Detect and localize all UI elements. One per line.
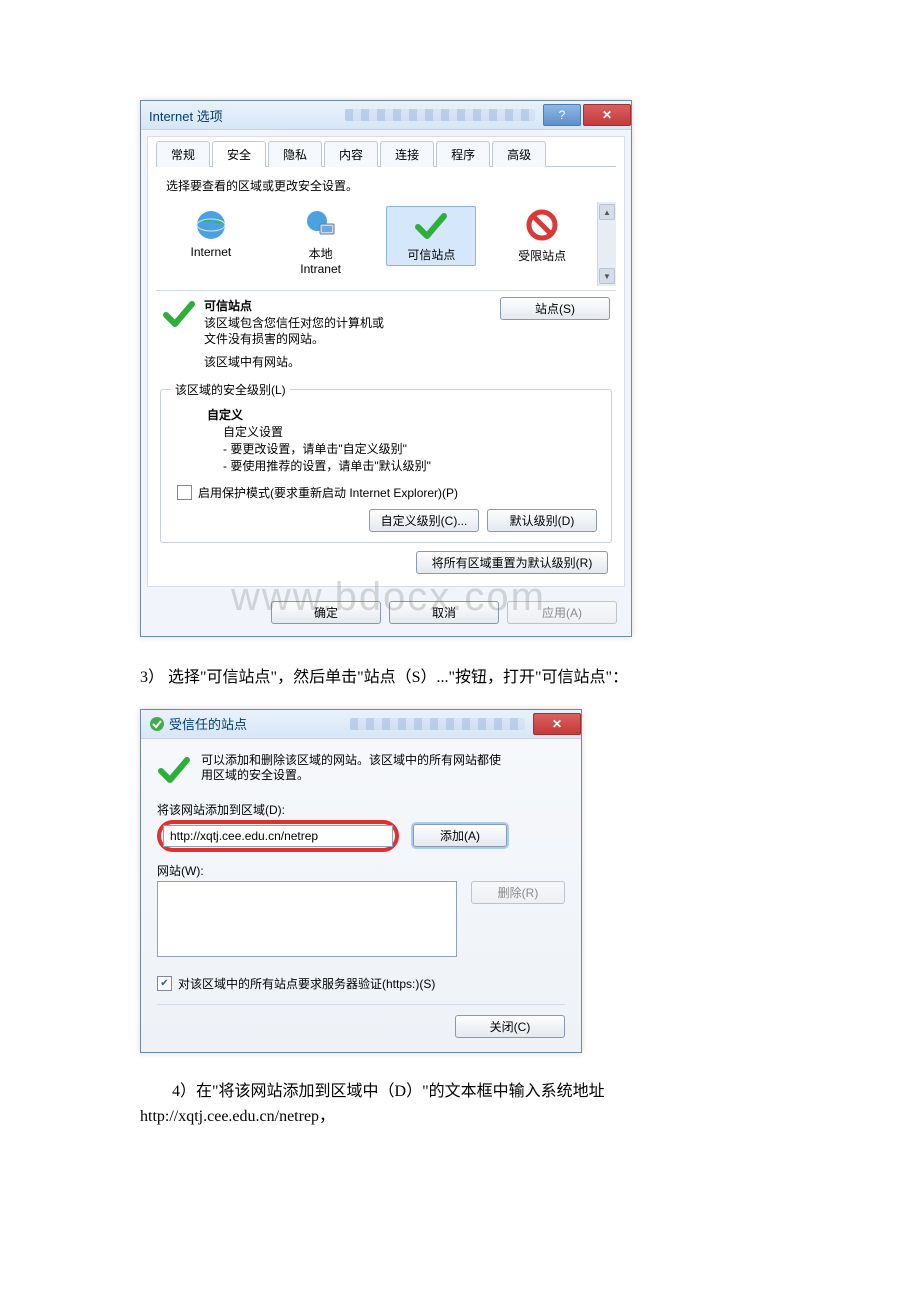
intro-line1: 可以添加和删除该区域的网站。该区域中的所有网站都使 <box>201 753 501 768</box>
zone-intranet[interactable]: 本地 Intranet <box>277 206 365 278</box>
zone-label: Internet <box>167 245 255 259</box>
check-icon <box>162 297 196 331</box>
dialog-titlebar[interactable]: Internet 选项 ? ✕ <box>141 101 631 130</box>
check-icon <box>157 753 191 787</box>
intro-line2: 用区域的安全设置。 <box>201 768 501 783</box>
ok-button[interactable]: 确定 <box>271 601 381 624</box>
security-level-group: 该区域的安全级别(L) 自定义 自定义设置 - 要更改设置，请单击"自定义级别"… <box>160 381 612 543</box>
security-bullet1: - 要更改设置，请单击"自定义级别" <box>223 440 601 457</box>
check-icon <box>414 209 448 243</box>
close-button[interactable]: ✕ <box>583 104 631 126</box>
security-bullet2: - 要使用推荐的设置，请单击"默认级别" <box>223 457 601 474</box>
tab-security[interactable]: 安全 <box>212 141 266 167</box>
tab-privacy[interactable]: 隐私 <box>268 141 322 167</box>
zone-internet[interactable]: Internet <box>167 206 255 261</box>
tab-strip: 常规 安全 隐私 内容 连接 程序 高级 <box>156 141 616 167</box>
dialog2-title: 受信任的站点 <box>169 714 344 733</box>
step-4-text: 4）在"将该网站添加到区域中（D）"的文本框中输入系统地址 http://xqt… <box>140 1079 780 1130</box>
shield-icon <box>149 716 165 732</box>
zone-detail-line3: 该区域中有网站。 <box>204 355 492 369</box>
tab-general[interactable]: 常规 <box>156 141 210 167</box>
security-level-legend: 该区域的安全级别(L) <box>171 381 290 398</box>
help-button[interactable]: ? <box>543 104 581 126</box>
zone-label-l1: 本地 <box>277 245 365 262</box>
zone-label: 可信站点 <box>387 246 475 263</box>
zone-trusted[interactable]: 可信站点 <box>386 206 476 266</box>
close-dialog-button[interactable]: 关闭(C) <box>455 1015 565 1038</box>
tab-programs[interactable]: 程序 <box>436 141 490 167</box>
sites-label: 网站(W): <box>157 862 565 879</box>
sites-listbox[interactable] <box>157 881 457 957</box>
step-3-text: 3） 选择"可信站点"，然后单击"站点（S）..."按钮，打开"可信站点"： <box>140 665 780 691</box>
apply-button[interactable]: 应用(A) <box>507 601 617 624</box>
reset-all-button[interactable]: 将所有区域重置为默认级别(R) <box>416 551 608 574</box>
scroll-down-icon[interactable]: ▼ <box>599 268 615 284</box>
scroll-up-icon[interactable]: ▲ <box>599 204 615 220</box>
trusted-sites-dialog: 受信任的站点 ✕ 可以添加和删除该区域的网站。该区域中的所有网站都使 用区域的安… <box>140 709 582 1053</box>
zone-detail-line1: 该区域包含您信任对您的计算机或 <box>204 316 492 330</box>
globe-icon <box>194 208 228 242</box>
sites-button[interactable]: 站点(S) <box>500 297 610 320</box>
security-custom-settings: 自定义设置 <box>223 423 601 440</box>
titlebar-decor <box>345 109 535 121</box>
step-4-line1: 4）在"将该网站添加到区域中（D）"的文本框中输入系统地址 <box>140 1083 605 1100</box>
require-https-checkbox[interactable]: ✔ <box>157 976 172 991</box>
titlebar-decor <box>350 718 525 730</box>
cancel-button[interactable]: 取消 <box>389 601 499 624</box>
add-site-input[interactable] <box>163 825 393 847</box>
tab-connections[interactable]: 连接 <box>380 141 434 167</box>
tab-advanced[interactable]: 高级 <box>492 141 546 167</box>
highlight-circle <box>157 820 399 852</box>
dialog2-titlebar[interactable]: 受信任的站点 ✕ <box>141 710 581 739</box>
close-button[interactable]: ✕ <box>533 713 581 735</box>
custom-level-button[interactable]: 自定义级别(C)... <box>369 509 479 532</box>
zone-restricted[interactable]: 受限站点 <box>498 206 586 266</box>
zone-detail-title: 可信站点 <box>204 297 492 314</box>
security-custom-title: 自定义 <box>207 406 601 423</box>
remove-button[interactable]: 删除(R) <box>471 881 565 904</box>
zone-detail-line2: 文件没有损害的网站。 <box>204 332 492 346</box>
zone-scrollbar[interactable]: ▲ ▼ <box>597 202 616 286</box>
zone-list: Internet 本地 Intranet <box>156 202 597 286</box>
dialog-title: Internet 选项 <box>149 106 339 125</box>
globe-monitor-icon <box>304 208 338 242</box>
add-zone-label: 将该网站添加到区域(D): <box>157 801 565 818</box>
protected-mode-label: 启用保护模式(要求重新启动 Internet Explorer)(P) <box>198 484 458 501</box>
step-4-line2: http://xqtj.cee.edu.cn/netrep， <box>140 1108 335 1125</box>
zone-instruction: 选择要查看的区域或更改安全设置。 <box>166 177 610 194</box>
add-button[interactable]: 添加(A) <box>413 824 507 847</box>
protected-mode-checkbox[interactable] <box>177 485 192 500</box>
internet-options-dialog: Internet 选项 ? ✕ 常规 安全 隐私 内容 连接 程序 高级 选择要… <box>140 100 632 637</box>
zone-label: 受限站点 <box>498 247 586 264</box>
tab-content[interactable]: 内容 <box>324 141 378 167</box>
no-entry-icon <box>525 208 559 242</box>
default-level-button[interactable]: 默认级别(D) <box>487 509 597 532</box>
zone-label-l2: Intranet <box>277 262 365 276</box>
require-https-label: 对该区域中的所有站点要求服务器验证(https:)(S) <box>178 975 435 992</box>
